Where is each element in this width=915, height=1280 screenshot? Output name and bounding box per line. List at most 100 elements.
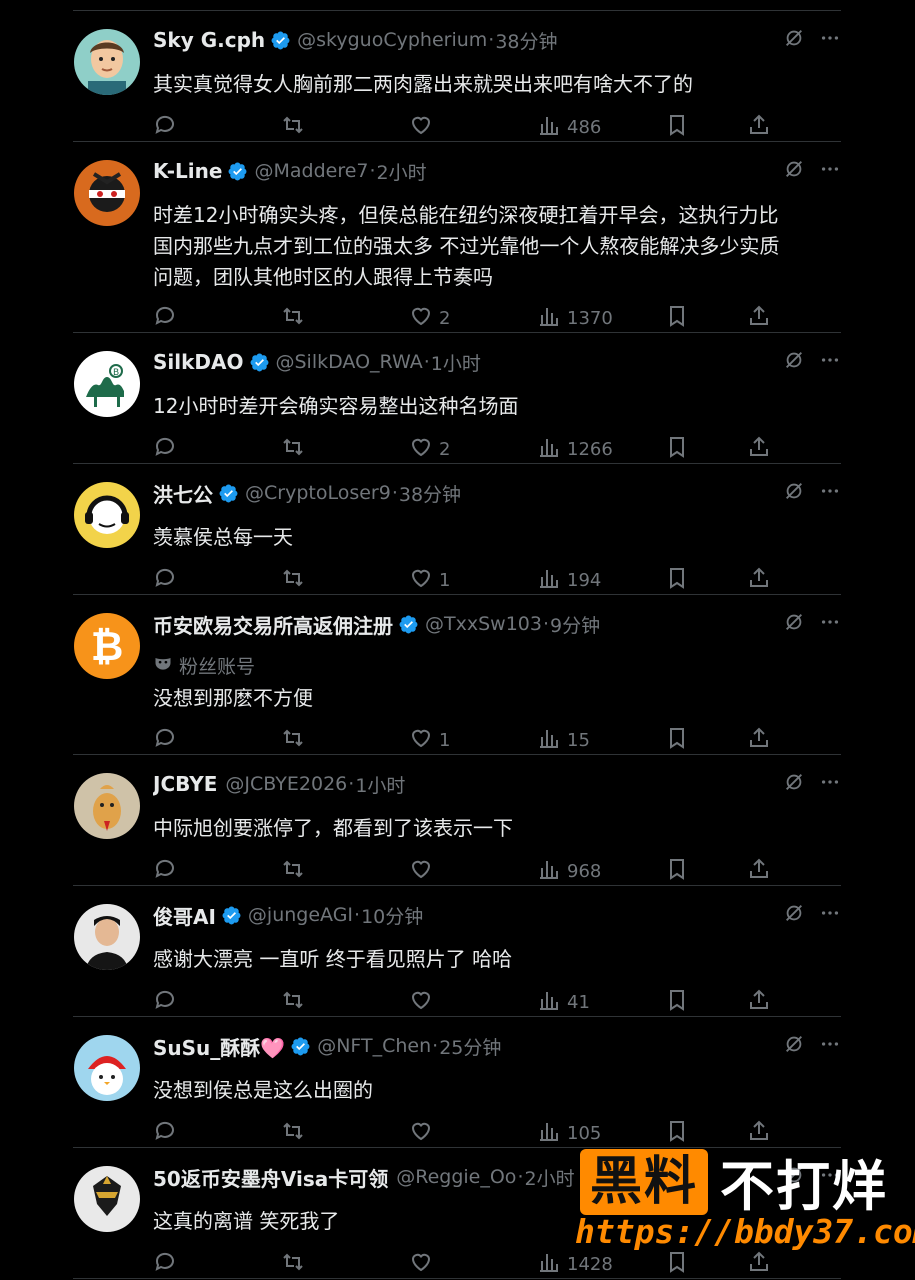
views-button[interactable]: 486 [537, 113, 601, 142]
tweet[interactable]: JCBYE @JCBYE2026 · 1小时 中际旭创要涨停了，都看到了该表示一下 968 [73, 755, 841, 886]
bookmark-button[interactable] [665, 113, 689, 142]
display-name[interactable]: 俊哥AI [153, 901, 216, 930]
like-button[interactable]: 1 [409, 566, 450, 595]
reply-button[interactable] [153, 113, 177, 142]
grok-icon[interactable] [783, 611, 805, 637]
reply-button[interactable] [153, 1119, 177, 1148]
tweet[interactable]: Sky G.cph @skyguoCypherium · 38分钟 其实真觉得女人胸前那… [73, 11, 841, 142]
avatar[interactable] [74, 1166, 140, 1232]
grok-icon[interactable] [783, 27, 805, 53]
retweet-button[interactable] [281, 726, 305, 755]
retweet-button[interactable] [281, 304, 305, 333]
bookmark-button[interactable] [665, 304, 689, 333]
bookmark-button[interactable] [665, 566, 689, 595]
reply-button[interactable] [153, 435, 177, 464]
timestamp[interactable]: 9分钟 [550, 611, 600, 638]
share-button[interactable] [747, 435, 771, 464]
share-button[interactable] [747, 566, 771, 595]
like-button[interactable]: 2 [409, 435, 450, 464]
avatar[interactable] [74, 773, 140, 839]
grok-icon[interactable] [783, 158, 805, 184]
user-handle[interactable]: @skyguoCypherium [297, 29, 487, 51]
avatar[interactable] [74, 160, 140, 226]
tweet[interactable]: SuSu_酥酥🩷 @NFT_Chen · 25分钟 没想到侯总是这么出圈的 105 [73, 1017, 841, 1148]
share-button[interactable] [747, 857, 771, 886]
like-button[interactable] [409, 1119, 439, 1148]
display-name[interactable]: 洪七公 [153, 479, 213, 508]
retweet-button[interactable] [281, 1250, 305, 1279]
retweet-button[interactable] [281, 857, 305, 886]
views-button[interactable]: 968 [537, 857, 601, 886]
bookmark-button[interactable] [665, 988, 689, 1017]
avatar[interactable]: ₿ [74, 613, 140, 679]
user-handle[interactable]: @NFT_Chen [317, 1035, 431, 1057]
more-options-icon[interactable] [819, 1033, 841, 1059]
user-handle[interactable]: @Reggie_Oo [396, 1166, 516, 1188]
timestamp[interactable]: 1小时 [355, 771, 405, 798]
grok-icon[interactable] [783, 349, 805, 375]
avatar[interactable] [74, 482, 140, 548]
avatar[interactable]: B [74, 351, 140, 417]
tweet[interactable]: 洪七公 @CryptoLoser9 · 38分钟 羡慕侯总每一天 1 194 [73, 464, 841, 595]
user-handle[interactable]: @jungeAGI [248, 904, 353, 926]
like-button[interactable]: 1 [409, 726, 450, 755]
more-options-icon[interactable] [819, 902, 841, 928]
views-button[interactable]: 1266 [537, 435, 613, 464]
timestamp[interactable]: 38分钟 [399, 480, 461, 507]
timestamp[interactable]: 2小时 [377, 158, 427, 185]
user-handle[interactable]: @TxxSw103 [425, 613, 542, 635]
user-handle[interactable]: @CryptoLoser9 [245, 482, 391, 504]
like-button[interactable] [409, 857, 439, 886]
more-options-icon[interactable] [819, 611, 841, 637]
views-button[interactable]: 41 [537, 988, 590, 1017]
tweet[interactable]: K-Line @Maddere7 · 2小时 时差12小时确实头疼，但侯总能在纽约深夜硬… [73, 142, 841, 333]
more-options-icon[interactable] [819, 158, 841, 184]
reply-button[interactable] [153, 1250, 177, 1279]
grok-icon[interactable] [783, 771, 805, 797]
reply-button[interactable] [153, 726, 177, 755]
more-options-icon[interactable] [819, 27, 841, 53]
display-name[interactable]: Sky G.cph [153, 28, 265, 52]
display-name[interactable]: 币安欧易交易所高返佣注册 [153, 610, 393, 639]
more-options-icon[interactable] [819, 771, 841, 797]
retweet-button[interactable] [281, 435, 305, 464]
like-button[interactable] [409, 113, 439, 142]
reply-button[interactable] [153, 988, 177, 1017]
display-name[interactable]: K-Line [153, 159, 222, 183]
timestamp[interactable]: 2小时 [524, 1164, 574, 1191]
share-button[interactable] [747, 113, 771, 142]
display-name[interactable]: SilkDAO [153, 350, 244, 374]
share-button[interactable] [747, 988, 771, 1017]
grok-icon[interactable] [783, 902, 805, 928]
retweet-button[interactable] [281, 113, 305, 142]
bookmark-button[interactable] [665, 857, 689, 886]
display-name[interactable]: SuSu_酥酥🩷 [153, 1032, 285, 1061]
views-button[interactable]: 194 [537, 566, 601, 595]
retweet-button[interactable] [281, 1119, 305, 1148]
like-button[interactable] [409, 1250, 439, 1279]
bookmark-button[interactable] [665, 1250, 689, 1279]
user-handle[interactable]: @JCBYE2026 [225, 773, 347, 795]
avatar[interactable] [74, 1035, 140, 1101]
avatar[interactable] [74, 29, 140, 95]
bookmark-button[interactable] [665, 435, 689, 464]
more-options-icon[interactable] [819, 480, 841, 506]
grok-icon[interactable] [783, 480, 805, 506]
share-button[interactable] [747, 304, 771, 333]
like-button[interactable] [409, 988, 439, 1017]
retweet-button[interactable] [281, 566, 305, 595]
timestamp[interactable]: 10分钟 [361, 902, 423, 929]
display-name[interactable]: 50返币安墨舟Visa卡可领 [153, 1163, 388, 1192]
reply-button[interactable] [153, 566, 177, 595]
share-button[interactable] [747, 726, 771, 755]
grok-icon[interactable] [783, 1033, 805, 1059]
avatar[interactable] [74, 904, 140, 970]
views-button[interactable]: 1428 [537, 1250, 613, 1279]
tweet[interactable]: ₿ 币安欧易交易所高返佣注册 @TxxSw103 · 9分钟 粉丝账号 没想到那麽不方便 1 1… [73, 595, 841, 755]
user-handle[interactable]: @Maddere7 [254, 160, 368, 182]
retweet-button[interactable] [281, 988, 305, 1017]
tweet[interactable]: B SilkDAO @SilkDAO_RWA · 1小时 12小时时差开会确实容易整出这种… [73, 333, 841, 464]
bookmark-button[interactable] [665, 726, 689, 755]
views-button[interactable]: 15 [537, 726, 590, 755]
user-handle[interactable]: @SilkDAO_RWA [276, 351, 423, 373]
